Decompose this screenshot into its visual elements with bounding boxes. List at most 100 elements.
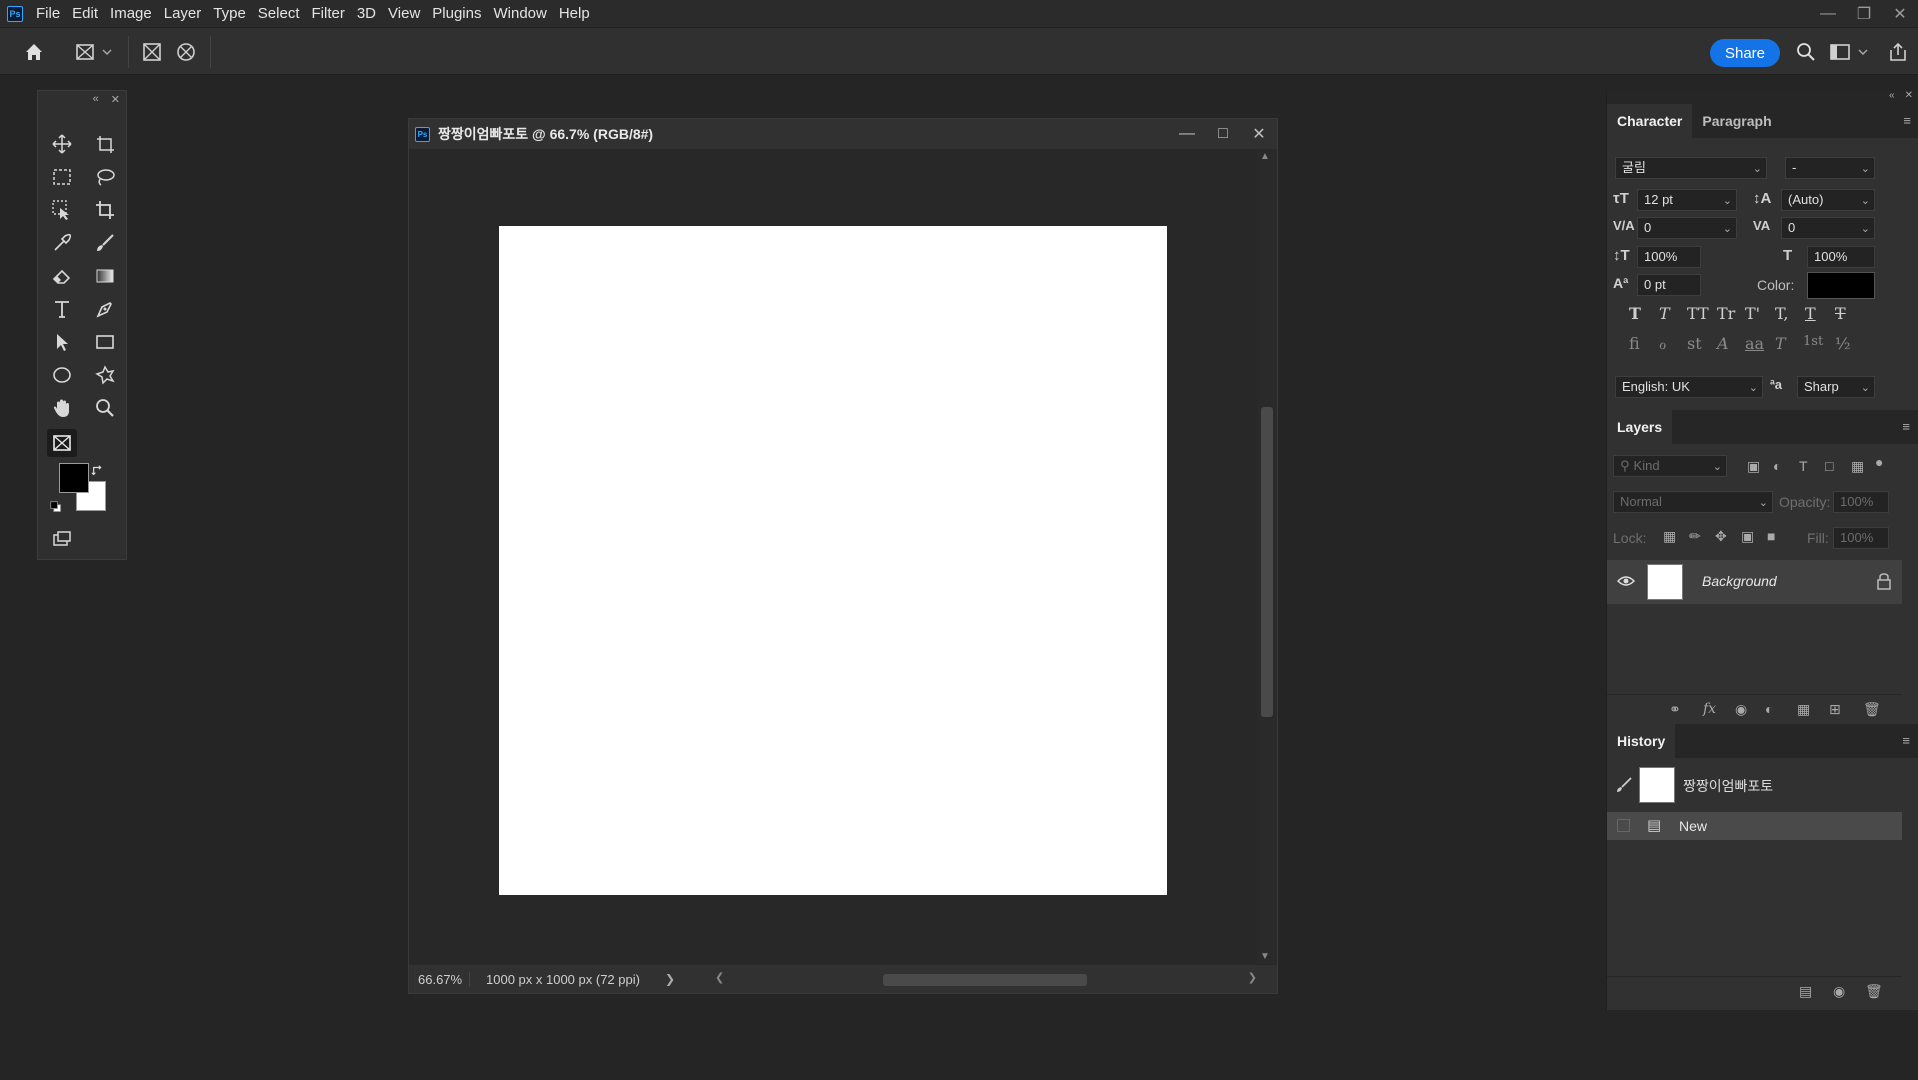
all-caps-button[interactable]: TT: [1687, 304, 1709, 323]
layers-panel-menu-icon[interactable]: ≡: [1902, 419, 1910, 434]
home-icon[interactable]: [22, 40, 46, 64]
share-button[interactable]: Share: [1710, 39, 1780, 67]
baseline-shift-field[interactable]: 0 pt: [1637, 274, 1701, 296]
foreground-color-swatch[interactable]: [59, 463, 89, 493]
layer-filter-select[interactable]: ⚲ Kind ⌄: [1613, 455, 1727, 477]
lock-artboard-icon[interactable]: ▣: [1741, 528, 1754, 545]
tab-history[interactable]: History: [1607, 724, 1676, 758]
toolbox-close-icon[interactable]: ✕: [111, 93, 120, 106]
menu-select[interactable]: Select: [252, 0, 306, 27]
tab-character[interactable]: Character: [1607, 104, 1693, 138]
blend-mode-select[interactable]: Normal ⌄: [1613, 491, 1773, 513]
eraser-tool-icon[interactable]: [47, 262, 77, 290]
doc-maximize-icon[interactable]: □: [1205, 119, 1241, 149]
leading-field[interactable]: (Auto) ⌄: [1781, 189, 1875, 211]
create-snapshot-icon[interactable]: ◉: [1833, 983, 1845, 1000]
menu-window[interactable]: Window: [487, 0, 552, 27]
gradient-tool-icon[interactable]: [90, 262, 120, 290]
new-adjustment-icon[interactable]: ◐: [1765, 701, 1773, 717]
menu-type[interactable]: Type: [207, 0, 252, 27]
underline-button[interactable]: T: [1805, 304, 1816, 323]
filter-smart-object-icon[interactable]: ▦: [1851, 458, 1864, 475]
menu-view[interactable]: View: [382, 0, 426, 27]
lock-transparent-icon[interactable]: ▦: [1663, 528, 1676, 545]
document-title-bar[interactable]: Ps 짱짱이엄빠포토 @ 66.7% (RGB/8#) — □ ✕: [409, 119, 1277, 149]
font-size-field[interactable]: 12 pt ⌄: [1637, 189, 1737, 211]
filter-adjustment-icon[interactable]: ◐: [1773, 458, 1781, 474]
document-canvas[interactable]: [499, 226, 1167, 895]
artboard-tool-icon[interactable]: [90, 130, 120, 158]
discretionary-ligatures-button[interactable]: st: [1687, 334, 1702, 353]
font-style-select[interactable]: - ⌄: [1785, 157, 1875, 179]
search-icon[interactable]: [1794, 40, 1818, 64]
visibility-eye-icon[interactable]: [1616, 572, 1636, 594]
delete-layer-icon[interactable]: 🗑: [1863, 701, 1881, 718]
marquee-tool-icon[interactable]: [47, 163, 77, 191]
rect-frame-icon[interactable]: [140, 40, 164, 64]
document-info[interactable]: 1000 px x 1000 px (72 ppi): [469, 971, 665, 987]
layer-name[interactable]: Background: [1702, 573, 1777, 589]
swash-button[interactable]: A: [1717, 334, 1729, 353]
collapse-icon[interactable]: «: [93, 93, 99, 105]
panel-collapse-icon[interactable]: «: [1889, 90, 1895, 104]
share-export-icon[interactable]: [1886, 40, 1910, 64]
photoshop-logo-icon[interactable]: Ps: [7, 5, 23, 22]
doc-close-icon[interactable]: ✕: [1241, 119, 1277, 149]
menu-file[interactable]: File: [30, 0, 66, 27]
tab-layers[interactable]: Layers: [1607, 410, 1673, 444]
default-colors-icon[interactable]: [48, 499, 64, 515]
menu-3d[interactable]: 3D: [351, 0, 382, 27]
doc-minimize-icon[interactable]: —: [1169, 119, 1205, 149]
language-select[interactable]: English: UK ⌄: [1615, 376, 1763, 398]
filter-type-icon[interactable]: T: [1799, 458, 1808, 474]
stylistic-alternates-button[interactable]: aa: [1745, 334, 1764, 353]
titling-alternates-button[interactable]: T: [1775, 334, 1786, 353]
menu-edit[interactable]: Edit: [66, 0, 104, 27]
horizontal-scroll-thumb[interactable]: [883, 974, 1087, 986]
history-state-checkbox[interactable]: [1617, 819, 1630, 832]
horizontal-scrollbar[interactable]: ❮ ❯: [711, 970, 1261, 988]
move-tool-icon[interactable]: [47, 130, 77, 158]
chevron-down-icon[interactable]: [100, 40, 114, 64]
menu-image[interactable]: Image: [104, 0, 158, 27]
filter-pixel-icon[interactable]: ▣: [1747, 458, 1760, 475]
old-style-button[interactable]: ℴ: [1659, 334, 1666, 353]
menu-plugins[interactable]: Plugins: [426, 0, 487, 27]
ligatures-button[interactable]: fi: [1629, 334, 1640, 353]
scroll-left-icon[interactable]: ❮: [715, 971, 724, 984]
lasso-tool-icon[interactable]: [90, 163, 120, 191]
fractions-button[interactable]: ½: [1835, 334, 1851, 353]
custom-shape-tool-icon[interactable]: [90, 361, 120, 389]
lock-all-icon[interactable]: ■: [1767, 528, 1775, 544]
vertical-scroll-thumb[interactable]: [1261, 407, 1273, 717]
object-select-tool-icon[interactable]: [47, 196, 77, 224]
screen-mode-icon[interactable]: [47, 525, 77, 553]
delete-state-icon[interactable]: 🗑: [1865, 983, 1883, 1000]
small-caps-button[interactable]: Tr: [1717, 304, 1735, 323]
workspace-icon[interactable]: [1828, 40, 1852, 64]
kerning-field[interactable]: 0 ⌄: [1637, 217, 1737, 239]
new-layer-icon[interactable]: ⊞: [1829, 701, 1841, 718]
history-brush-icon[interactable]: [1615, 776, 1633, 798]
zoom-tool-icon[interactable]: [90, 394, 120, 422]
history-snapshot-row[interactable]: 짱짱이엄빠포토: [1607, 762, 1902, 808]
strikethrough-button[interactable]: T: [1835, 304, 1846, 323]
pen-tool-icon[interactable]: [90, 295, 120, 323]
panel-close-icon[interactable]: ✕: [1905, 90, 1913, 104]
type-tool-icon[interactable]: [47, 295, 77, 323]
menu-help[interactable]: Help: [553, 0, 596, 27]
menu-filter[interactable]: Filter: [306, 0, 351, 27]
ellipse-tool-icon[interactable]: [47, 361, 77, 389]
menu-layer[interactable]: Layer: [158, 0, 208, 27]
subscript-button[interactable]: T,: [1775, 304, 1788, 323]
swap-colors-icon[interactable]: [90, 463, 106, 479]
filter-toggle-icon[interactable]: ●: [1875, 454, 1883, 470]
fill-field[interactable]: 100%: [1833, 527, 1889, 549]
add-mask-icon[interactable]: ◉: [1735, 701, 1747, 718]
antialias-select[interactable]: Sharp ⌄: [1797, 376, 1875, 398]
scroll-up-icon[interactable]: ▲: [1260, 151, 1270, 162]
restore-icon[interactable]: ❐: [1846, 0, 1882, 27]
rectangle-tool-icon[interactable]: [90, 328, 120, 356]
horizontal-scale-field[interactable]: 100%: [1807, 246, 1875, 268]
layer-lock-icon[interactable]: [1876, 572, 1892, 594]
